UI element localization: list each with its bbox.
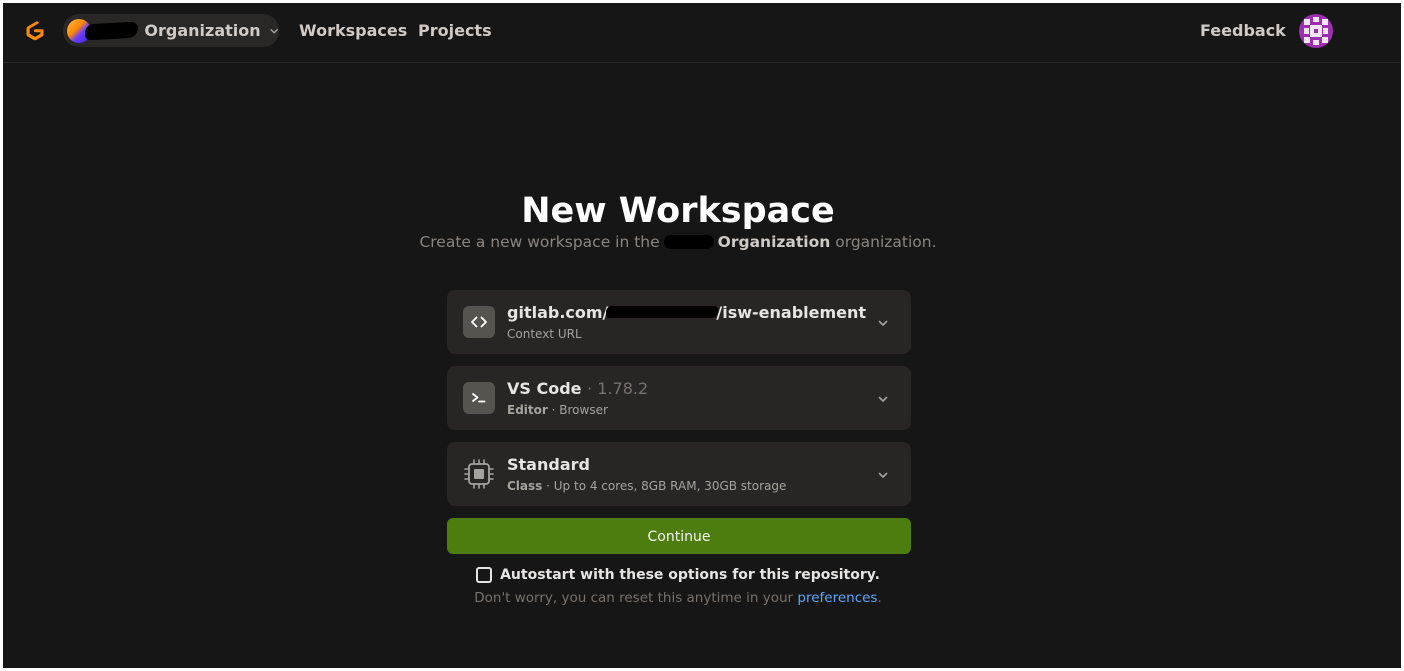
workspace-class-label: Class: [507, 479, 543, 493]
context-url-label: Context URL: [507, 327, 582, 341]
user-avatar[interactable]: [1299, 14, 1333, 48]
top-nav-bar: Organization Workspaces Projects Feedbac…: [3, 3, 1401, 63]
chevron-down-icon: [878, 396, 888, 402]
cpu-chip-icon: [464, 459, 494, 489]
workspace-class-value: Standard: [507, 455, 590, 474]
redacted-org-name: [663, 235, 714, 249]
org-switcher[interactable]: Organization: [63, 14, 279, 47]
editor-detail: · Browser: [551, 403, 608, 417]
editor-version: · 1.78.2: [587, 379, 649, 398]
editor-selector[interactable]: VS Code · 1.78.2 Editor · Browser: [447, 366, 911, 430]
editor-value: VS Code · 1.78.2: [507, 379, 648, 398]
preferences-link[interactable]: preferences: [797, 590, 877, 606]
card-icon-box: [463, 382, 495, 414]
continue-button[interactable]: Continue: [447, 518, 911, 554]
editor-subtitle: Editor · Browser: [507, 403, 608, 417]
autostart-checkbox[interactable]: [476, 567, 493, 583]
page-subtitle: Create a new workspace in the Organizatio…: [3, 233, 1353, 251]
context-url-selector[interactable]: gitlab.com/ /isw-enablement Context URL: [447, 290, 911, 354]
identicon-avatar-icon: [1299, 14, 1333, 48]
card-icon-box: [463, 306, 495, 338]
nav-feedback-link[interactable]: Feedback: [1200, 21, 1286, 40]
hint-text: Don't worry, you can reset this anytime …: [474, 590, 794, 606]
terminal-icon: [472, 393, 486, 403]
subtitle-suffix: organization.: [835, 233, 937, 251]
chevron-down-icon: [878, 472, 888, 478]
hint-suffix: .: [877, 590, 882, 606]
gitpod-logo-icon[interactable]: [23, 19, 47, 43]
context-url-value: gitlab.com/ /isw-enablement: [507, 303, 866, 322]
redacted-url-segment: [606, 306, 719, 318]
code-brackets-icon: [471, 316, 487, 328]
nav-workspaces-link[interactable]: Workspaces: [299, 21, 407, 40]
org-switcher-label: Organization: [144, 21, 261, 40]
workspace-class-subtitle: Class · Up to 4 cores, 8GB RAM, 30GB sto…: [507, 479, 786, 493]
workspace-class-selector[interactable]: Standard Class · Up to 4 cores, 8GB RAM,…: [447, 442, 911, 506]
editor-label: Editor: [507, 403, 548, 417]
subtitle-prefix: Create a new workspace in the: [419, 233, 660, 251]
chevron-down-icon: [270, 28, 278, 33]
page-title: New Workspace: [521, 191, 835, 231]
context-url-prefix: gitlab.com/: [507, 303, 609, 322]
autostart-label[interactable]: Autostart with these options for this re…: [500, 567, 880, 583]
workspace-class-detail: · Up to 4 cores, 8GB RAM, 30GB storage: [546, 479, 787, 493]
nav-projects-link[interactable]: Projects: [418, 21, 492, 40]
card-icon-box: [463, 458, 495, 490]
context-url-suffix: /isw-enablement: [716, 303, 867, 322]
app-window: Organization Workspaces Projects Feedbac…: [3, 3, 1401, 668]
autostart-hint: Don't worry, you can reset this anytime …: [3, 590, 1353, 606]
subtitle-org: Organization: [717, 233, 831, 251]
redacted-org-name: [84, 21, 139, 40]
editor-name: VS Code: [507, 379, 582, 398]
autostart-row: Autostart with these options for this re…: [3, 567, 1353, 583]
chevron-down-icon: [878, 320, 888, 326]
